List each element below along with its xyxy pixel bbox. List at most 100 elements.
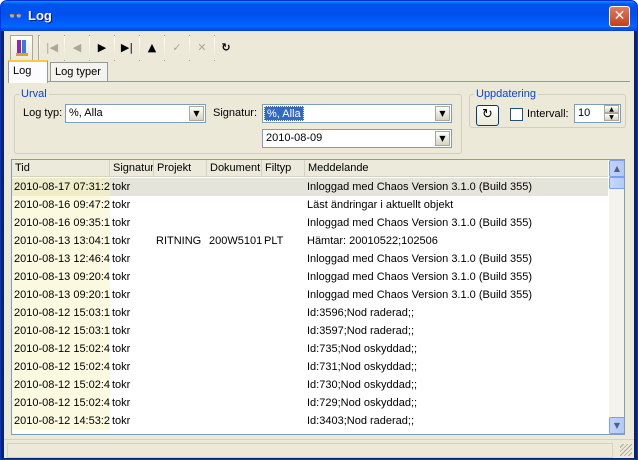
cell-tid: 2010-08-12 15:02:4: [12, 358, 110, 376]
cell-signatur: tokr: [112, 397, 131, 409]
cell-tid: 2010-08-12 14:53:2: [12, 412, 110, 430]
signatur-label: Signatur:: [213, 107, 258, 119]
cell-meddelande: Id:729;Nod oskyddad;;: [307, 397, 418, 409]
table-row[interactable]: 2010-08-12 15:03:1 tokr Id:3596;Nod radera…: [12, 304, 608, 322]
table-row[interactable]: 2010-08-13 09:20:4 tokr Inloggad med Chaos…: [12, 268, 608, 286]
scroll-thumb[interactable]: [609, 177, 624, 189]
cell-tid: 2010-08-12 15:03:1: [12, 304, 110, 322]
cell-dokument: [207, 376, 262, 394]
cell-signatur: tokr: [112, 289, 131, 301]
cell-tid: 2010-08-13 09:20:1: [12, 286, 110, 304]
scroll-down-icon[interactable]: ▼: [609, 417, 624, 434]
date-select[interactable]: 2010-08-09 ▼: [262, 129, 452, 148]
table-row[interactable]: 2010-08-16 09:35:1 tokr Inloggad med Chaos…: [12, 214, 608, 232]
cell-meddelande: Inloggad med Chaos Version 3.1.0 (Build …: [307, 253, 533, 265]
cell-signatur: tokr: [112, 253, 131, 265]
previous-record-icon[interactable]: ◀: [65, 35, 89, 61]
date-value: 2010-08-09: [266, 132, 323, 144]
chevron-down-icon[interactable]: ▼: [435, 106, 450, 121]
last-record-icon[interactable]: ▶|: [115, 35, 139, 61]
cell-dokument: 200W5101: [209, 235, 262, 247]
column-header-signatur[interactable]: Signatur: [110, 160, 154, 177]
cell-meddelande: Id:730;Nod oskyddad;;: [307, 379, 418, 391]
chevron-down-icon[interactable]: ▼: [189, 106, 204, 121]
cell-projekt: [154, 178, 207, 196]
close-button[interactable]: ✕: [609, 6, 630, 27]
auto-refresh-button[interactable]: ↻: [476, 105, 499, 126]
logtyp-value: %, Alla: [69, 107, 103, 119]
title-bar[interactable]: 👓 Log ✕: [1, 1, 637, 31]
cell-filtyp: [262, 286, 305, 304]
cell-dokument: [207, 304, 262, 322]
table-row[interactable]: 2010-08-16 09:47:2 tokr Läst ändringar i a…: [12, 196, 608, 214]
cell-meddelande: Id:735;Nod oskyddad;;: [307, 343, 418, 355]
status-bar: [4, 439, 634, 458]
cell-projekt: [154, 340, 207, 358]
table-row[interactable]: 2010-08-12 15:03:1 tokr Id:3597;Nod radera…: [12, 322, 608, 340]
cell-signatur: tokr: [112, 361, 131, 373]
column-header-dokument[interactable]: Dokument: [207, 160, 262, 177]
log-window: 👓 Log ✕ |◀ ◀ ▶ ▶| ▲ ✓ ✕ ↻ Log Log typer …: [0, 0, 638, 460]
table-row[interactable]: 2010-08-12 15:02:4 tokr Id:735;Nod oskydda…: [12, 340, 608, 358]
chevron-down-icon[interactable]: ▼: [435, 131, 450, 146]
cell-filtyp: [262, 322, 305, 340]
table-row[interactable]: 2010-08-13 09:20:1 tokr Inloggad med Chaos…: [12, 286, 608, 304]
cell-projekt: [154, 250, 207, 268]
user-icon-button[interactable]: [10, 35, 33, 61]
window-title: Log: [28, 8, 52, 23]
cell-tid: 2010-08-13 12:46:4: [12, 250, 110, 268]
status-pane: [7, 443, 613, 458]
spin-down-icon[interactable]: ▼: [604, 113, 619, 121]
up-arrow-icon[interactable]: ▲: [140, 35, 164, 61]
table-row[interactable]: 2010-08-12 14:53:2 tokr Id:3403;Nod radera…: [12, 412, 608, 430]
table-row[interactable]: 2010-08-12 15:02:4 tokr Id:730;Nod oskydda…: [12, 376, 608, 394]
table-row[interactable]: 2010-08-17 07:31:2 tokr Inloggad med Chaos…: [12, 178, 608, 196]
cell-projekt: [154, 322, 207, 340]
interval-spinner[interactable]: 10 ▲ ▼: [574, 104, 621, 123]
table-row[interactable]: 2010-08-12 15:02:4 tokr Id:729;Nod oskydda…: [12, 394, 608, 412]
signatur-select[interactable]: %, Alla ▼: [262, 104, 452, 123]
column-header-filtyp[interactable]: Filtyp: [262, 160, 305, 177]
user-door-icon: [15, 40, 28, 56]
logtyp-select[interactable]: %, Alla ▼: [65, 104, 206, 123]
spin-up-icon[interactable]: ▲: [604, 105, 619, 113]
column-header-meddelande[interactable]: Meddelande: [305, 160, 608, 177]
table-row[interactable]: 2010-08-13 12:46:4 tokr Inloggad med Chaos…: [12, 250, 608, 268]
next-record-icon[interactable]: ▶: [90, 35, 114, 61]
refresh-icon[interactable]: ↻: [215, 35, 237, 61]
cell-dokument: [207, 358, 262, 376]
cell-signatur: tokr: [112, 271, 131, 283]
cell-tid: 2010-08-16 09:35:1: [12, 214, 110, 232]
first-record-icon[interactable]: |◀: [40, 35, 64, 61]
interval-label: Intervall:: [527, 108, 569, 120]
cell-dokument: [207, 412, 262, 430]
table-row[interactable]: 2010-08-12 15:02:4 tokr Id:731;Nod oskydda…: [12, 358, 608, 376]
cell-dokument: [207, 394, 262, 412]
cell-tid: 2010-08-13 13:04:1: [12, 232, 110, 250]
uppdatering-legend: Uppdatering: [476, 88, 536, 100]
tab-log-typer[interactable]: Log typer: [50, 62, 108, 82]
delete-icon[interactable]: ✕: [190, 35, 214, 61]
cell-filtyp: [262, 214, 305, 232]
cell-filtyp: [262, 358, 305, 376]
cell-projekt: [154, 376, 207, 394]
glasses-icon: 👓: [8, 9, 23, 23]
scroll-up-icon[interactable]: ▲: [609, 160, 624, 177]
cell-dokument: [207, 322, 262, 340]
column-header-projekt[interactable]: Projekt: [154, 160, 207, 177]
table-row[interactable]: 2010-08-13 13:04:1 tokr RITNING 200W5101 PLT…: [12, 232, 608, 250]
cell-filtyp: [262, 250, 305, 268]
cell-filtyp: [262, 412, 305, 430]
signatur-value: %, Alla: [264, 106, 304, 121]
checkmark-icon[interactable]: ✓: [165, 35, 189, 61]
cell-projekt: [154, 268, 207, 286]
cell-signatur: tokr: [112, 343, 131, 355]
cell-tid: 2010-08-13 09:20:4: [12, 268, 110, 286]
interval-checkbox[interactable]: [510, 108, 523, 121]
cell-filtyp: [262, 178, 305, 196]
tab-log[interactable]: Log: [8, 60, 48, 83]
column-header-tid[interactable]: Tid: [12, 160, 110, 177]
cell-meddelande: Inloggad med Chaos Version 3.1.0 (Build …: [307, 181, 533, 193]
vertical-scrollbar[interactable]: ▲ ▼: [609, 160, 624, 434]
resize-grip-icon[interactable]: [620, 444, 632, 456]
